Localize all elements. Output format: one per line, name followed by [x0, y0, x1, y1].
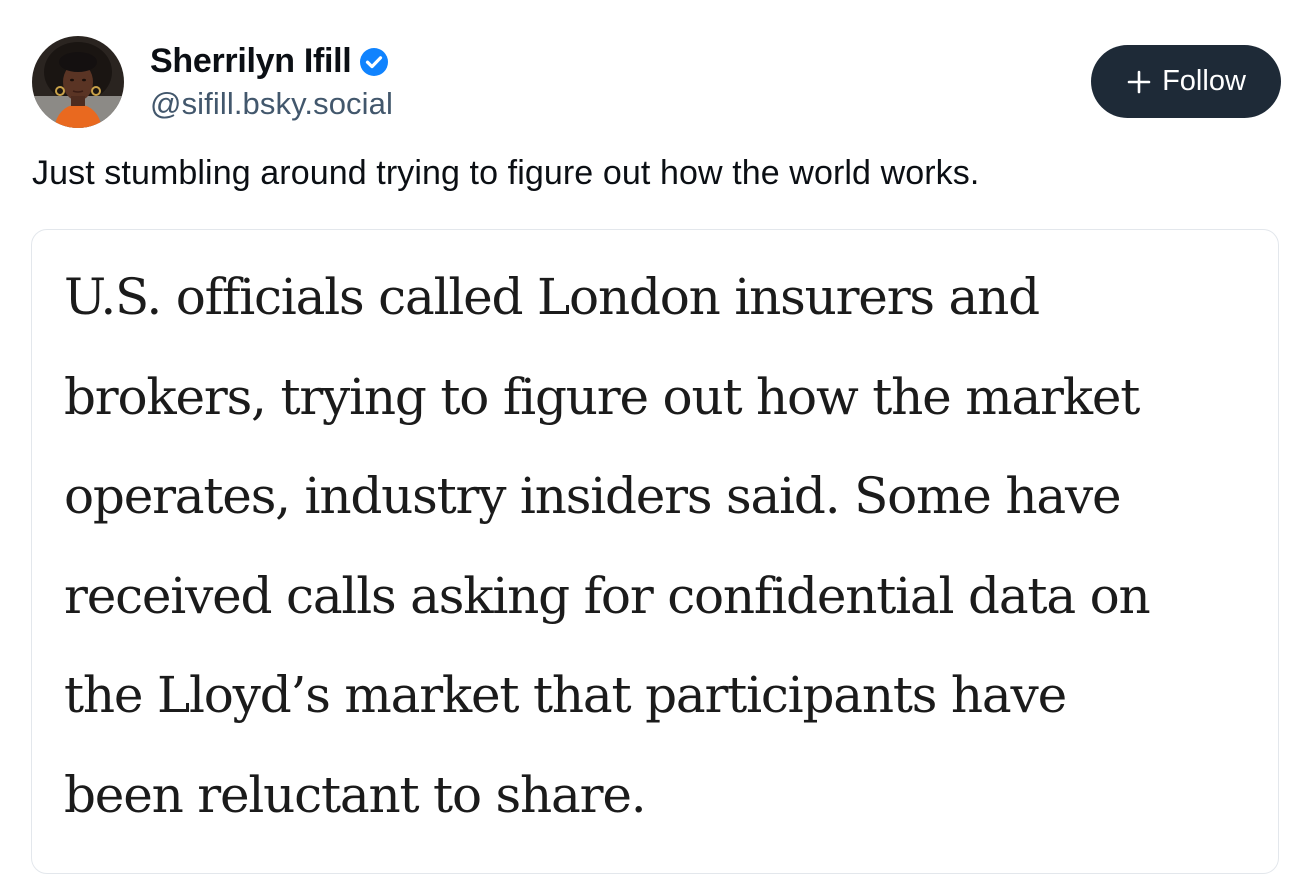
verified-badge-icon — [359, 47, 389, 77]
quote-line: the Lloyd’s market that participants hav… — [64, 666, 1067, 724]
follow-button-label: Follow — [1162, 65, 1246, 97]
quote-line: been reluctant to share. — [64, 765, 647, 824]
post-text: Just stumbling around trying to figure o… — [32, 154, 980, 192]
embedded-quote-text: U.S. officials called London insurers an… — [64, 248, 1151, 845]
quote-line: U.S. officials called London insurers an… — [64, 268, 1040, 326]
author-handle[interactable]: @sifill.bsky.social — [150, 86, 393, 122]
author-name-row: Sherrilyn Ifill — [150, 38, 389, 84]
post-card: Sherrilyn Ifill @sifill.bsky.social Foll… — [0, 0, 1308, 886]
quote-line: received calls asking for confidential d… — [64, 566, 1151, 625]
profile-photo — [32, 36, 124, 128]
embedded-image[interactable]: U.S. officials called London insurers an… — [31, 229, 1279, 874]
author-display-name[interactable]: Sherrilyn Ifill — [150, 42, 352, 81]
quote-line: operates, industry insiders said. Some h… — [64, 467, 1122, 525]
quote-line: brokers, trying to figure out how the ma… — [64, 367, 1140, 426]
follow-button[interactable]: Follow — [1091, 45, 1281, 118]
avatar[interactable] — [32, 36, 124, 128]
plus-icon — [1126, 69, 1152, 95]
